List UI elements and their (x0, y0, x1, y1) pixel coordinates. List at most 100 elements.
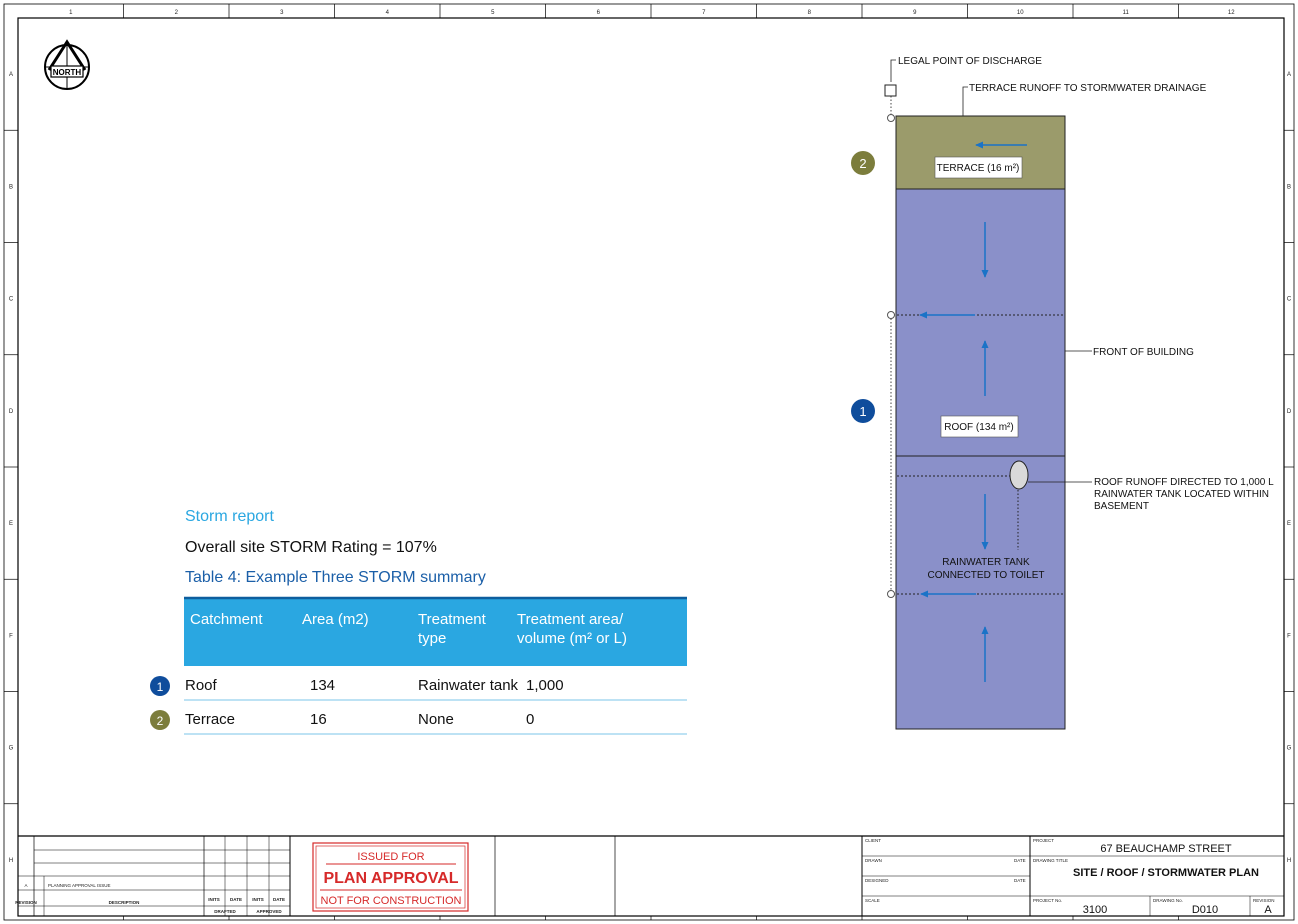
grid-row-label-right: C (1287, 297, 1292, 303)
project-no-label: PROJECT No. (1033, 898, 1062, 903)
grid-row-label-left: G (9, 746, 14, 752)
table-cell: 134 (310, 677, 335, 694)
drafted-label: DRAFTED (214, 909, 236, 914)
table-title: Table 4: Example Three STORM summary (185, 569, 486, 586)
col-inits-2: INITS (252, 897, 264, 902)
roof-marker-number: 1 (859, 404, 866, 419)
rainwater-tank-icon (1009, 460, 1029, 490)
table-cell: Rainwater tank (418, 677, 519, 694)
title-block: A PLANNING APPROVAL ISSUE REVISION DESCR… (15, 835, 1284, 916)
stamp-line1: ISSUED FOR (357, 851, 424, 863)
grid-column-label: 7 (702, 10, 706, 16)
grid-row-label-right: B (1287, 184, 1291, 190)
terrace-runoff-label: TERRACE RUNOFF TO STORMWATER DRAINAGE (969, 83, 1207, 94)
terrace-area-label: TERRACE (16 m²) (937, 163, 1020, 174)
table-header-cell: Area (m2) (302, 611, 369, 628)
north-label: NORTH (53, 68, 82, 77)
grid-row-label-left: B (9, 184, 13, 190)
grid-column-label: 1 (69, 10, 73, 16)
table-cell: Roof (185, 677, 218, 694)
grid-row-label-right: H (1287, 858, 1291, 864)
grid-reference-marks: 1 2 3 4 5 6 7 8 9 10 11 12A AB BC CD DE EF FG GH H (4, 4, 1294, 920)
drawing-title: SITE / ROOF / STORMWATER PLAN (1073, 867, 1259, 879)
revision-field-label: REVISION (1253, 898, 1275, 903)
grid-column-label: 3 (280, 10, 284, 16)
designed-date-label: DATE (1014, 878, 1026, 883)
revision-code: A (24, 883, 27, 888)
roof-runoff-line2: RAINWATER TANK LOCATED WITHIN (1094, 489, 1269, 500)
revision-field: A (1264, 904, 1272, 916)
revision-description: PLANNING APPROVAL ISSUE (48, 883, 111, 888)
table-cell: 16 (310, 711, 327, 728)
tank-note-line2: CONNECTED TO TOILET (927, 570, 1044, 581)
grid-column-label: 5 (491, 10, 495, 16)
table-header-cell: Catchment (190, 611, 263, 628)
node-circle-1 (887, 311, 895, 319)
grid-row-label-right: A (1287, 72, 1291, 78)
site-plan: TERRACE (16 m²) ROOF (134 m²) RAINWATER … (851, 56, 1274, 730)
drawing-no-label: DRAWING No. (1153, 898, 1183, 903)
table-body: 1 Roof 134 Rainwater tank 1,000 2 Terrace 16 Non… (150, 676, 687, 735)
grid-row-label-left: H (9, 858, 13, 864)
grid-row-label-left: A (9, 72, 13, 78)
legal-point-label: LEGAL POINT OF DISCHARGE (898, 56, 1042, 67)
grid-column-label: 11 (1123, 10, 1130, 16)
project-no: 3100 (1083, 904, 1107, 916)
table-header-cell: Treatment area/ (517, 611, 624, 628)
drawing-sheet: 1 2 3 4 5 6 7 8 9 10 11 12A AB BC CD DE EF FG GH H NORTH (3, 3, 1295, 921)
storm-report: Storm report Overall site STORM Rating =… (150, 508, 687, 735)
grid-row-label-right: F (1287, 633, 1291, 639)
grid-column-label: 10 (1017, 10, 1024, 16)
table-header-cell: type (418, 630, 446, 647)
table-cell: None (418, 711, 454, 728)
storm-report-heading: Storm report (185, 508, 274, 525)
designed-label: DESIGNED (865, 878, 889, 883)
grid-row-label-left: D (9, 409, 14, 415)
grid-column-label: 2 (175, 10, 179, 16)
grid-row-label-right: G (1287, 746, 1292, 752)
drawing-title-label: DRAWING TITLE (1033, 858, 1068, 863)
table-cell: 1,000 (526, 677, 564, 694)
table-header-cell: volume (m² or L) (517, 630, 627, 647)
col-date-2: DATE (273, 897, 285, 902)
terrace-marker-number: 2 (859, 156, 866, 171)
project-label: PROJECT (1033, 838, 1054, 843)
sheet-inner-border (17, 17, 1285, 917)
storm-rating: Overall site STORM Rating = 107% (185, 539, 437, 556)
grid-row-label-left: E (9, 521, 13, 527)
grid-column-label: 8 (808, 10, 812, 16)
client-label: CLIENT (865, 838, 881, 843)
table-row: 1 Roof 134 Rainwater tank 1,000 (150, 676, 687, 701)
sheet-outer-border (3, 3, 1295, 921)
row-marker-number: 2 (157, 714, 164, 728)
project-name: 67 BEAUCHAMP STREET (1100, 843, 1232, 855)
table-row: 2 Terrace 16 None 0 (150, 710, 687, 735)
col-revision: REVISION (15, 900, 37, 905)
node-circle-3 (887, 114, 895, 122)
approved-label: APPROVED (256, 909, 282, 914)
roof-area (895, 188, 1066, 730)
front-of-building-label: FRONT OF BUILDING (1093, 347, 1194, 358)
scale-label: SCALE (865, 898, 880, 903)
col-inits-1: INITS (208, 897, 220, 902)
stamp-line3: NOT FOR CONSTRUCTION (321, 895, 462, 907)
table-header-cell: Treatment (418, 611, 487, 628)
north-arrow-icon: NORTH (44, 39, 90, 90)
table-cell: Terrace (185, 711, 235, 728)
grid-row-label-left: C (9, 297, 14, 303)
drawing-no: D010 (1192, 904, 1218, 916)
drawn-date-label: DATE (1014, 858, 1026, 863)
drawn-label: DRAWN (865, 858, 882, 863)
tank-note-line1: RAINWATER TANK (942, 557, 1030, 568)
roof-area-label: ROOF (134 m²) (944, 422, 1013, 433)
legal-point-symbol (884, 84, 897, 97)
stamp-line2: PLAN APPROVAL (323, 870, 458, 887)
grid-column-label: 6 (597, 10, 601, 16)
col-description: DESCRIPTION (109, 900, 140, 905)
grid-row-label-right: D (1287, 409, 1292, 415)
approval-stamp: ISSUED FOR PLAN APPROVAL NOT FOR CONSTRU… (312, 842, 469, 912)
grid-column-label: 9 (913, 10, 917, 16)
roof-runoff-line3: BASEMENT (1094, 501, 1149, 512)
table-cell: 0 (526, 711, 534, 728)
grid-column-label: 4 (386, 10, 390, 16)
